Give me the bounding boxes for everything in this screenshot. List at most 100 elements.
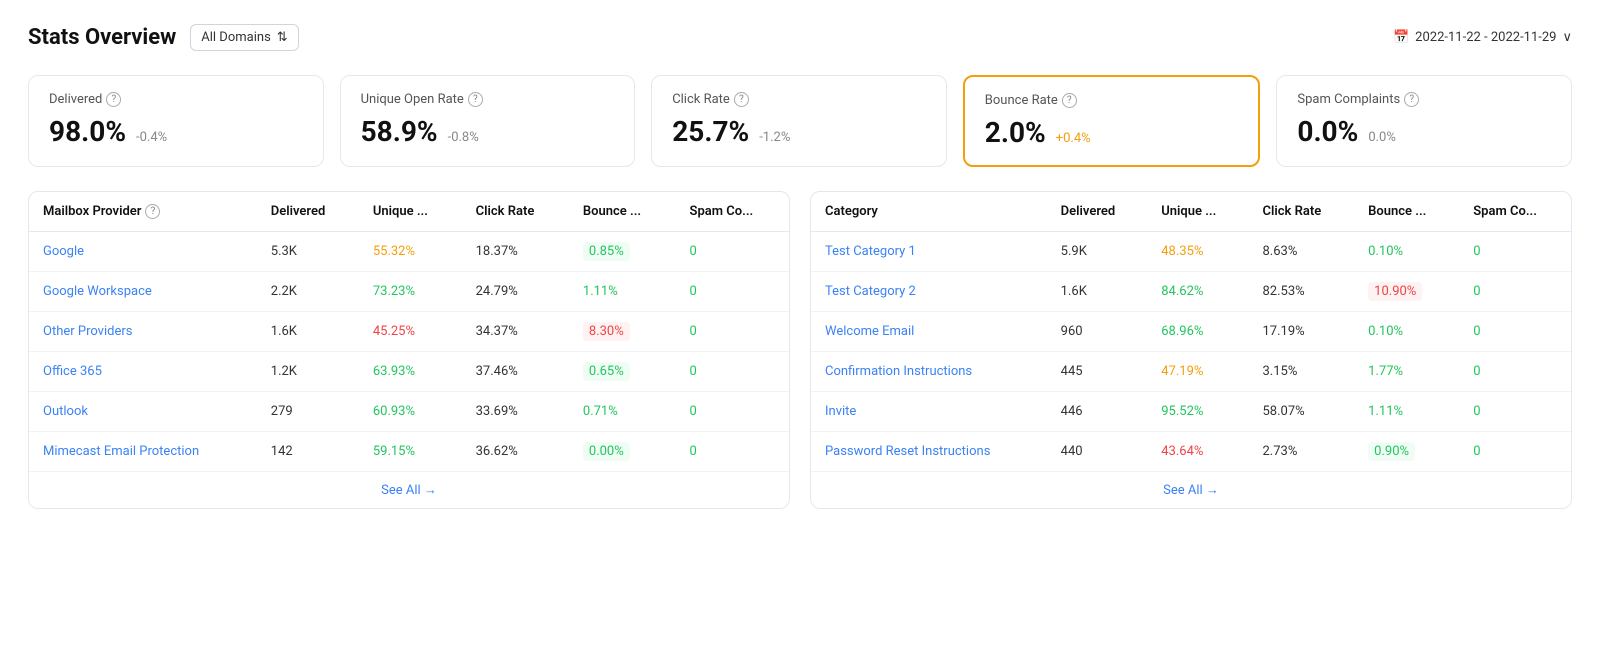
mailbox-provider-link[interactable]: Outlook — [43, 404, 88, 419]
mailbox-bounce: 1.11% — [569, 272, 676, 312]
help-icon-click-rate[interactable]: ? — [734, 92, 749, 107]
mailbox-spam: 0 — [676, 232, 789, 272]
mailbox-bounce: 8.30% — [569, 312, 676, 352]
table-row: Office 3651.2K63.93%37.46%0.65%0 — [29, 352, 789, 392]
col-delivered-cat: Delivered — [1047, 192, 1148, 232]
stat-value-spam: 0.0% — [1297, 115, 1358, 148]
category-bounce: 0.90% — [1354, 432, 1459, 472]
stat-label-unique-open: Unique Open Rate ? — [361, 92, 615, 107]
category-link[interactable]: Invite — [825, 404, 856, 419]
mailbox-provider-table: Mailbox Provider ? Delivered Unique ... … — [28, 191, 790, 509]
category-delivered: 5.9K — [1047, 232, 1148, 272]
stat-delta-spam: 0.0% — [1368, 130, 1396, 145]
table-row: Invite44695.52%58.07%1.11%0 — [811, 392, 1571, 432]
col-clickrate-mailbox: Click Rate — [462, 192, 569, 232]
col-delivered-mailbox: Delivered — [257, 192, 359, 232]
page-title: Stats Overview — [28, 25, 176, 50]
col-category: Category — [811, 192, 1047, 231]
category-click-rate: 82.53% — [1248, 272, 1354, 312]
category-unique: 68.96% — [1147, 312, 1248, 352]
domain-select[interactable]: All Domains ⇅ — [190, 24, 298, 51]
mailbox-spam: 0 — [676, 312, 789, 352]
col-unique-mailbox: Unique ... — [359, 192, 462, 232]
mailbox-click-rate: 36.62% — [462, 432, 569, 472]
category-delivered: 960 — [1047, 312, 1148, 352]
stat-label-bounce-rate: Bounce Rate ? — [985, 93, 1239, 108]
stat-delta-bounce-rate: +0.4% — [1056, 131, 1091, 146]
table-row: Google5.3K55.32%18.37%0.85%0 — [29, 232, 789, 272]
category-spam: 0 — [1459, 432, 1571, 472]
col-mailbox-provider: Mailbox Provider ? — [29, 192, 257, 231]
mailbox-provider-link[interactable]: Mimecast Email Protection — [43, 444, 199, 459]
col-clickrate-cat: Click Rate — [1248, 192, 1354, 232]
mailbox-provider-link[interactable]: Other Providers — [43, 324, 132, 339]
mailbox-click-rate: 18.37% — [462, 232, 569, 272]
mailbox-bounce: 0.71% — [569, 392, 676, 432]
col-bounce-cat: Bounce ... — [1354, 192, 1459, 232]
mailbox-unique: 45.25% — [359, 312, 462, 352]
calendar-icon: 📅 — [1393, 30, 1409, 45]
stat-value-row-bounce-rate: 2.0% +0.4% — [985, 116, 1239, 149]
page-wrapper: Stats Overview All Domains ⇅ 📅 2022-11-2… — [0, 0, 1600, 651]
category-table: Category Delivered Unique ... Click Rate… — [810, 191, 1572, 509]
mailbox-delivered: 1.6K — [257, 312, 359, 352]
date-range-value: 2022-11-22 - 2022-11-29 — [1415, 30, 1556, 45]
help-icon-spam[interactable]: ? — [1404, 92, 1419, 107]
table-row: Confirmation Instructions44547.19%3.15%1… — [811, 352, 1571, 392]
category-spam: 0 — [1459, 272, 1571, 312]
mailbox-spam: 0 — [676, 432, 789, 472]
mailbox-click-rate: 33.69% — [462, 392, 569, 432]
chevron-down-icon: ∨ — [1562, 30, 1572, 45]
table-row: Password Reset Instructions44043.64%2.73… — [811, 432, 1571, 472]
category-see-all-row: See All → — [811, 471, 1571, 508]
help-icon-delivered[interactable]: ? — [106, 92, 121, 107]
stat-card-bounce-rate: Bounce Rate ? 2.0% +0.4% — [963, 75, 1261, 167]
mailbox-unique: 63.93% — [359, 352, 462, 392]
stat-label-delivered: Delivered ? — [49, 92, 303, 107]
category-link[interactable]: Confirmation Instructions — [825, 364, 972, 379]
date-range-picker[interactable]: 📅 2022-11-22 - 2022-11-29 ∨ — [1393, 30, 1572, 45]
stat-value-bounce-rate: 2.0% — [985, 116, 1046, 149]
category-click-rate: 58.07% — [1248, 392, 1354, 432]
help-icon-unique-open[interactable]: ? — [468, 92, 483, 107]
category-bounce: 10.90% — [1354, 272, 1459, 312]
col-bounce-mailbox: Bounce ... — [569, 192, 676, 232]
mailbox-unique: 59.15% — [359, 432, 462, 472]
mailbox-click-rate: 34.37% — [462, 312, 569, 352]
category-link[interactable]: Test Category 2 — [825, 284, 916, 299]
header-left: Stats Overview All Domains ⇅ — [28, 24, 299, 51]
mailbox-provider-link[interactable]: Google — [43, 244, 84, 259]
help-icon-mailbox[interactable]: ? — [145, 204, 160, 219]
mailbox-bounce: 0.65% — [569, 352, 676, 392]
mailbox-bounce: 0.00% — [569, 432, 676, 472]
category-see-all-link[interactable]: See All → — [1163, 483, 1219, 498]
category-delivered: 445 — [1047, 352, 1148, 392]
table-row: Test Category 21.6K84.62%82.53%10.90%0 — [811, 272, 1571, 312]
col-spam-mailbox: Spam Co... — [676, 192, 789, 232]
table-row: Mimecast Email Protection 14259.15%36.62%… — [29, 432, 789, 472]
table-row: Test Category 15.9K48.35%8.63%0.10%0 — [811, 232, 1571, 272]
stat-value-row-unique-open: 58.9% -0.8% — [361, 115, 615, 148]
category-unique: 43.64% — [1147, 432, 1248, 472]
mailbox-delivered: 279 — [257, 392, 359, 432]
table-row: Google Workspace2.2K73.23%24.79%1.11%0 — [29, 272, 789, 312]
mailbox-provider-link[interactable]: Office 365 — [43, 364, 102, 379]
mailbox-unique: 60.93% — [359, 392, 462, 432]
stat-value-delivered: 98.0% — [49, 115, 126, 148]
table-row: Other Providers 1.6K45.25%34.37%8.30%0 — [29, 312, 789, 352]
chevron-icon: ⇅ — [277, 30, 288, 45]
mailbox-provider-link[interactable]: Google Workspace — [43, 284, 152, 299]
domain-select-value: All Domains — [201, 30, 271, 45]
stat-delta-unique-open: -0.8% — [448, 130, 479, 145]
table-row: Welcome Email96068.96%17.19%0.10%0 — [811, 312, 1571, 352]
help-icon-bounce-rate[interactable]: ? — [1062, 93, 1077, 108]
category-click-rate: 17.19% — [1248, 312, 1354, 352]
category-link[interactable]: Test Category 1 — [825, 244, 916, 259]
mailbox-see-all-link[interactable]: See All → — [381, 483, 437, 498]
category-link[interactable]: Password Reset Instructions — [825, 444, 990, 459]
stat-card-delivered: Delivered ? 98.0% -0.4% — [28, 75, 324, 167]
category-link[interactable]: Welcome Email — [825, 324, 914, 339]
stat-value-unique-open: 58.9% — [361, 115, 438, 148]
mailbox-delivered: 142 — [257, 432, 359, 472]
category-unique: 47.19% — [1147, 352, 1248, 392]
